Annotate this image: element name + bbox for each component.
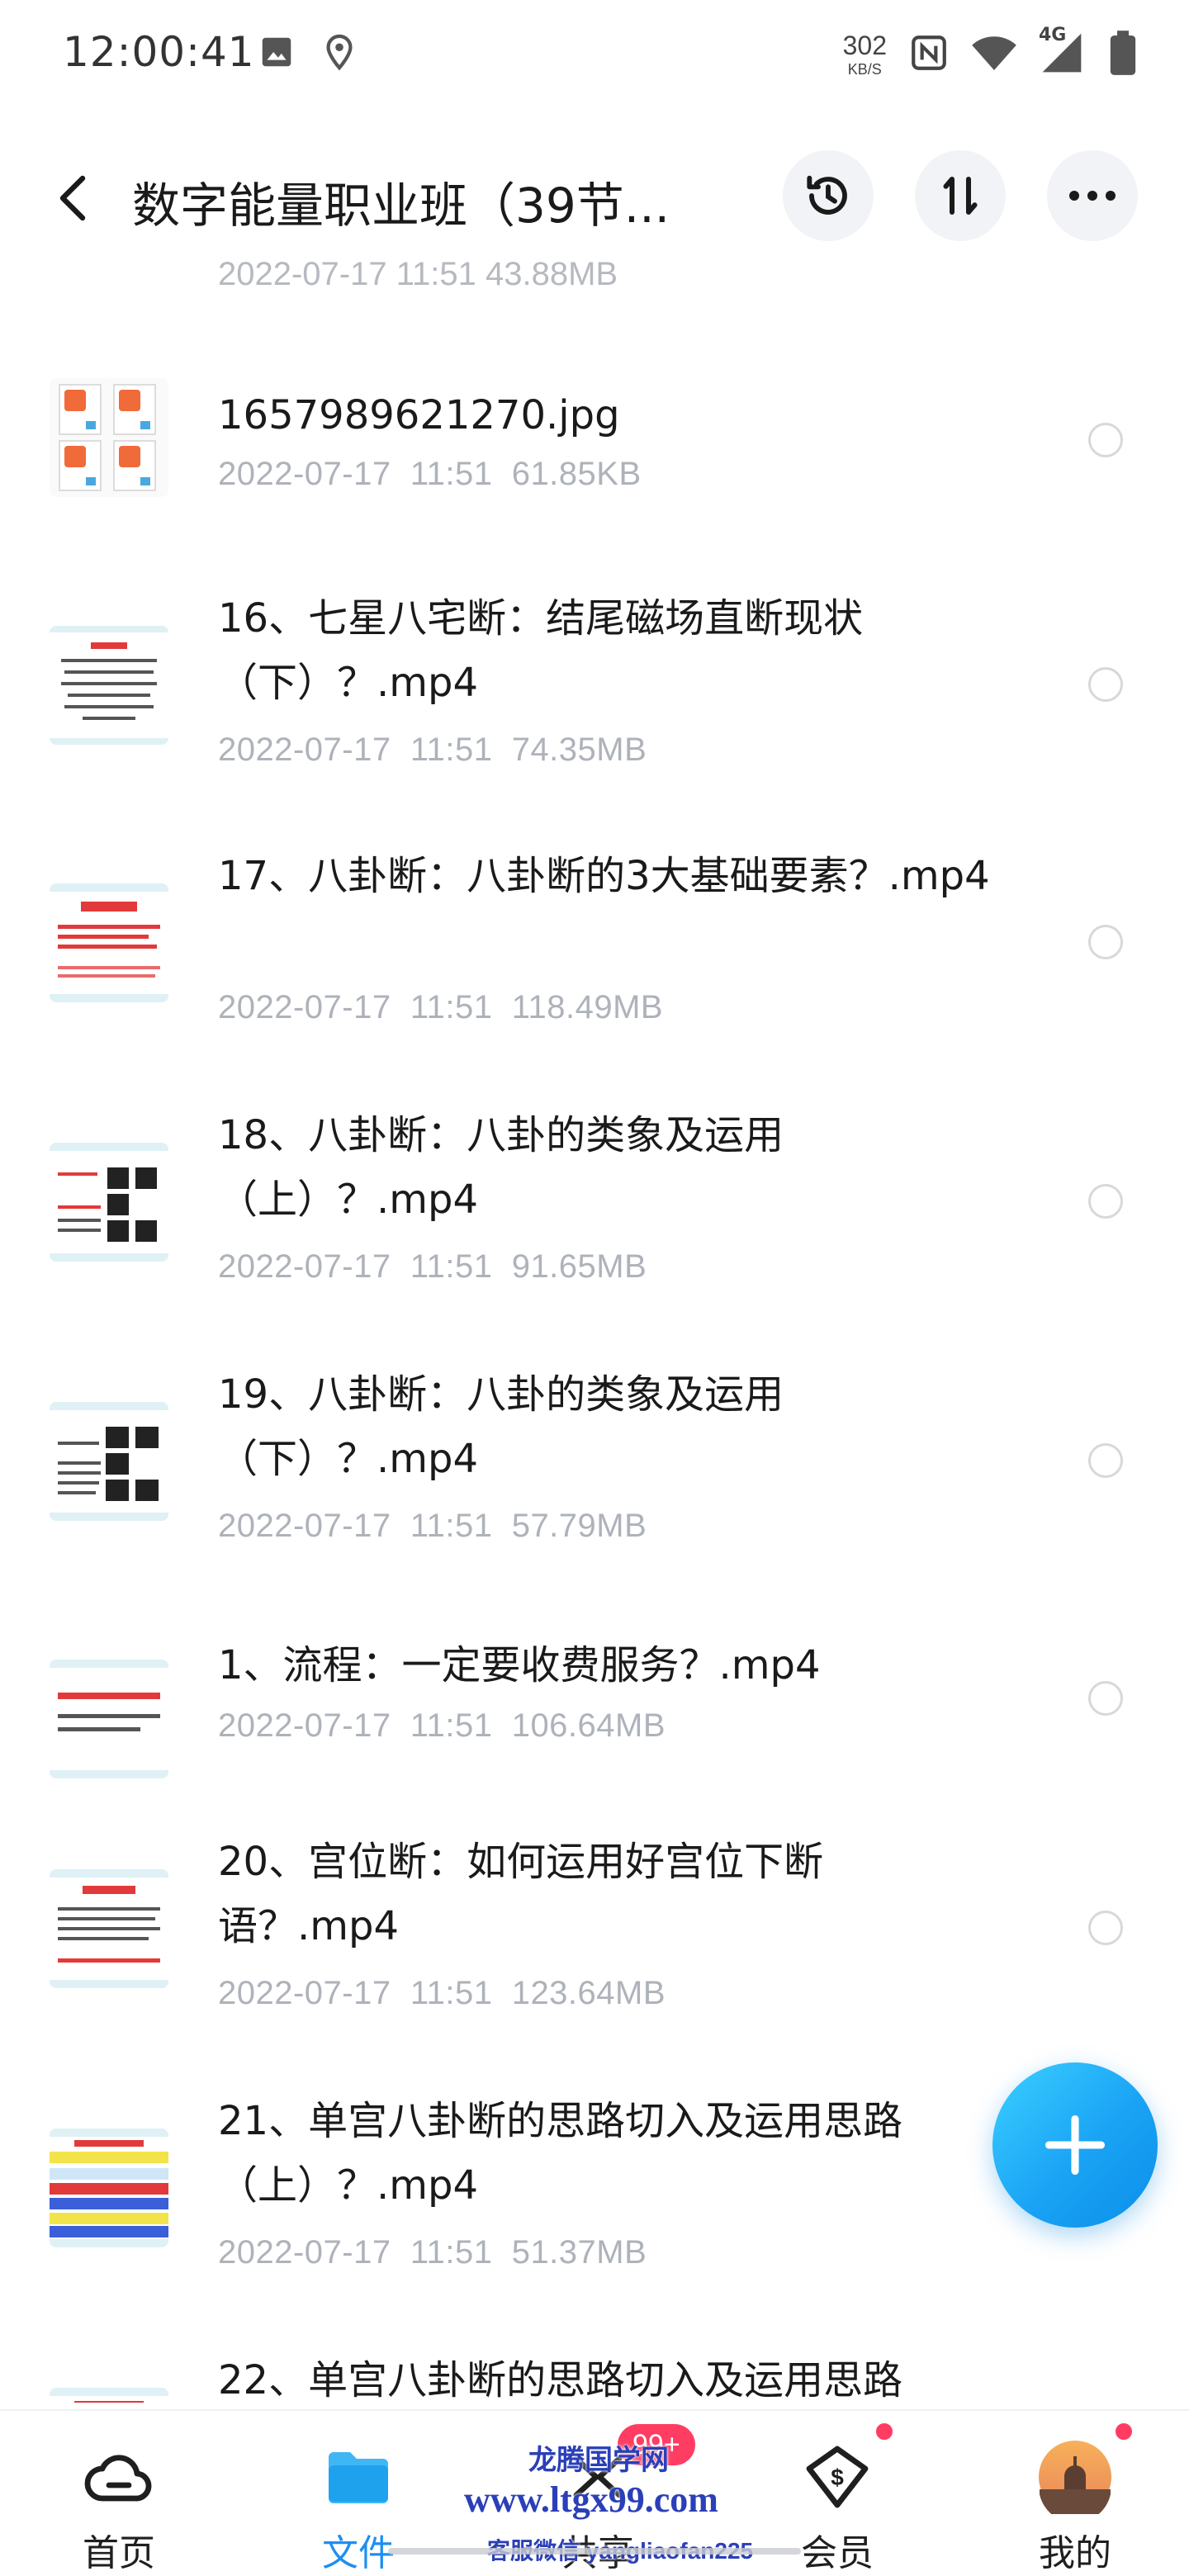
network-speed: 302 KB/S: [842, 31, 887, 78]
file-thumbnail: [50, 2129, 168, 2247]
file-row[interactable]: 18、八卦断：八卦的类象及运用（上）？.mp4 2022-07-17 11:51…: [0, 1103, 1189, 1351]
file-thumbnail: [50, 2388, 168, 2403]
cloud-icon: [78, 2436, 160, 2518]
select-radio[interactable]: [1088, 1911, 1123, 1945]
file-name: 20、宫位断：如何运用好宫位下断语？.mp4: [218, 1839, 824, 1949]
file-meta: 2022-07-17 11:51 91.65MB: [218, 1248, 647, 1285]
file-row[interactable]: 20、宫位断：如何运用好宫位下断语？.mp4 2022-07-17 11:51 …: [0, 1830, 1189, 2077]
file-meta: 2022-07-17 11:51 57.79MB: [218, 1508, 647, 1544]
location-icon: [320, 33, 358, 74]
vip-icon: $: [796, 2436, 879, 2518]
file-name: 22、单宫八卦断的思路切入及运用思路: [218, 2357, 903, 2403]
select-radio[interactable]: [1088, 1184, 1123, 1219]
file-thumbnail: [50, 883, 168, 1002]
file-row[interactable]: 17、八卦断：八卦断的3大基础要素？.mp4 2022-07-17 11:51 …: [0, 844, 1189, 1091]
select-radio[interactable]: [1088, 1443, 1123, 1478]
file-meta: 2022-07-17 11:51 61.85KB: [218, 456, 642, 492]
file-row[interactable]: 1、流程：一定要收费服务？.mp4 2022-07-17 11:51 106.6…: [0, 1622, 1189, 1820]
file-meta: 2022-07-17 11:51 51.37MB: [218, 2234, 647, 2271]
file-meta: 2022-07-17 11:51 74.35MB: [218, 732, 647, 768]
nav-home[interactable]: 首页: [36, 2411, 201, 2576]
back-icon: [59, 175, 86, 221]
file-thumbnail: [50, 1869, 168, 1988]
file-name: 17、八卦断：八卦断的3大基础要素？.mp4: [218, 853, 990, 899]
file-meta: 2022-07-17 11:51 106.64MB: [218, 1707, 666, 1744]
network-type: 4G: [1037, 25, 1068, 45]
watermark-url: www.ltgx99.com: [464, 2479, 718, 2520]
folder-icon: [317, 2436, 400, 2518]
file-row[interactable]: 16、七星八宅断：结尾磁场直断现状（下）？.mp4 2022-07-17 11:…: [0, 586, 1189, 834]
select-radio[interactable]: [1088, 1681, 1123, 1716]
avatar-icon: [1034, 2436, 1116, 2518]
sort-icon: [943, 177, 978, 215]
add-button[interactable]: [992, 2062, 1158, 2228]
plus-icon: [1045, 2114, 1106, 2176]
page-title: 数字能量职业班（39节...: [132, 178, 670, 234]
file-name: 16、七星八宅断：结尾磁场直断现状（下）？.mp4: [218, 595, 864, 706]
sort-button[interactable]: [915, 150, 1006, 241]
file-meta: 2022-07-17 11:51 123.64MB: [218, 1975, 666, 2011]
file-name: 1、流程：一定要收费服务？.mp4: [218, 1642, 821, 1688]
file-name: 18、八卦断：八卦的类象及运用（上）？.mp4: [218, 1112, 784, 1223]
me-notification-dot: [1113, 2421, 1135, 2442]
watermark-site-name: 龙腾国学网: [528, 2446, 669, 2476]
file-name: 21、单宫八卦断的思路切入及运用思路（上）？.mp4: [218, 2098, 903, 2209]
svg-text:$: $: [831, 2465, 844, 2490]
nav-label-home: 首页: [83, 2532, 155, 2574]
file-name: 19、八卦断：八卦的类象及运用（下）？.mp4: [218, 1371, 784, 1482]
nav-label-me: 我的: [1039, 2532, 1111, 2574]
file-thumbnail: [50, 1143, 168, 1262]
home-indicator[interactable]: [388, 2548, 801, 2555]
vip-notification-dot: [874, 2421, 895, 2442]
more-button[interactable]: [1047, 150, 1138, 241]
wifi-icon: [971, 32, 1017, 77]
select-radio[interactable]: [1088, 423, 1123, 457]
nfc-icon: [908, 32, 950, 77]
partial-file-meta: 2022-07-17 11:51 43.88MB: [218, 256, 618, 292]
signal-icon: 4G: [1037, 25, 1085, 79]
status-bar: 12:00:41 302 KB/S 4G: [0, 0, 1189, 112]
file-row[interactable]: 19、八卦断：八卦的类象及运用（下）？.mp4 2022-07-17 11:51…: [0, 1362, 1189, 1610]
file-row[interactable]: 22、单宫八卦断的思路切入及运用思路: [0, 2348, 1189, 2403]
select-radio[interactable]: [1088, 667, 1123, 702]
file-name: 1657989621270.jpg: [218, 392, 620, 438]
select-radio[interactable]: [1088, 925, 1123, 959]
file-row[interactable]: 1657989621270.jpg 2022-07-17 11:51 61.85…: [0, 355, 1189, 561]
more-icon: [1069, 191, 1116, 201]
file-thumbnail: [50, 1660, 168, 1778]
history-icon: [807, 175, 847, 215]
battery-icon: [1106, 30, 1139, 79]
history-button[interactable]: [783, 150, 874, 241]
file-thumbnail: [50, 1402, 168, 1521]
file-list[interactable]: 2022-07-17 11:51 43.88MB 1657989621270.j…: [0, 248, 1189, 2403]
file-thumbnail: [50, 378, 168, 497]
file-thumbnail: [50, 626, 168, 745]
file-meta: 2022-07-17 11:51 118.49MB: [218, 989, 664, 1025]
page-header: 数字能量职业班（39节...: [0, 149, 1189, 248]
back-button[interactable]: [48, 167, 97, 230]
status-time: 12:00:41: [63, 28, 255, 76]
image-icon: [258, 33, 296, 74]
